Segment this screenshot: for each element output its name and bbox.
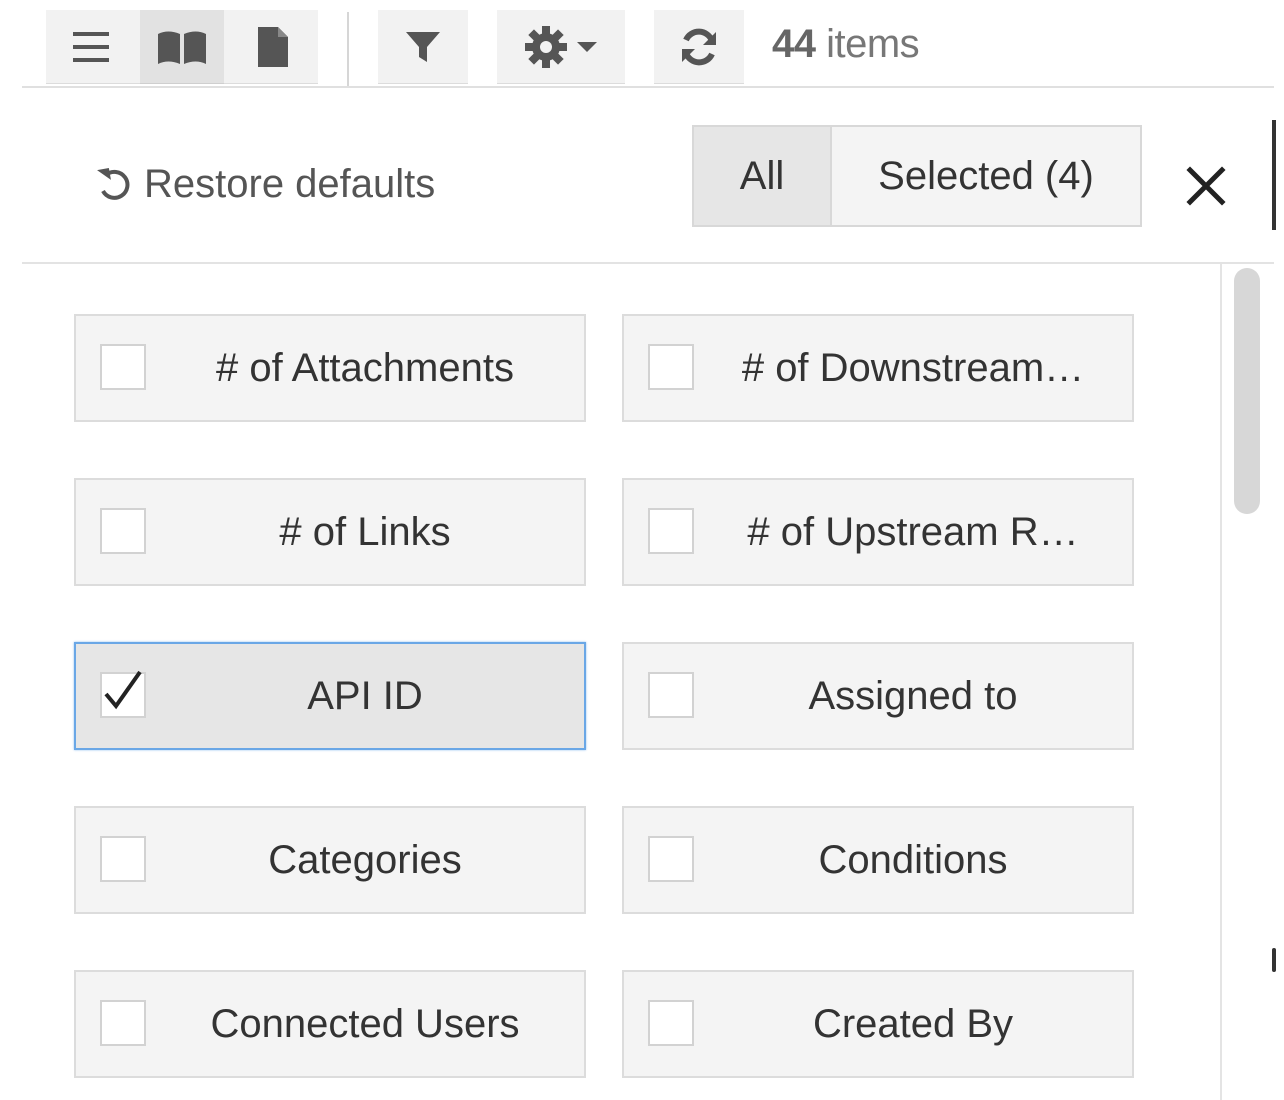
checkbox[interactable] <box>648 508 694 554</box>
field-option[interactable]: Created By <box>622 970 1134 1078</box>
column-picker-panel: Restore defaults All Selected (4) # of A… <box>22 86 1274 1100</box>
caret-down-icon <box>577 42 597 52</box>
field-option-selected[interactable]: API ID <box>74 642 586 750</box>
window-edge <box>1272 120 1276 230</box>
checkmark-icon <box>104 670 142 710</box>
checkbox[interactable] <box>100 344 146 390</box>
items-count-number: 44 <box>772 22 816 66</box>
panel-header: Restore defaults All Selected (4) <box>22 88 1274 264</box>
field-option[interactable]: Assigned to <box>622 642 1134 750</box>
filter-selected-button[interactable]: Selected (4) <box>832 127 1140 225</box>
view-filter-segmented: All Selected (4) <box>692 125 1142 227</box>
field-option-label: API ID <box>307 673 423 718</box>
checkbox[interactable] <box>648 344 694 390</box>
field-option-label: Assigned to <box>808 673 1018 718</box>
document-view-button[interactable] <box>228 10 318 84</box>
undo-icon <box>97 167 130 200</box>
items-count: 44 items <box>772 22 920 67</box>
filter-button[interactable] <box>378 10 468 84</box>
book-icon <box>158 31 206 64</box>
field-option[interactable]: # of Attachments <box>74 314 586 422</box>
close-icon[interactable] <box>1184 164 1228 208</box>
restore-defaults-button[interactable]: Restore defaults <box>94 162 435 207</box>
field-grid: # of Attachments # of Downstream… # of L… <box>22 264 1274 1100</box>
list-icon <box>73 32 109 62</box>
field-option-label: Connected Users <box>210 1001 520 1046</box>
field-option[interactable]: # of Upstream R… <box>622 478 1134 586</box>
field-option-label: Created By <box>812 1001 1014 1046</box>
checkbox[interactable] <box>100 508 146 554</box>
document-icon <box>258 27 288 67</box>
field-option-label: # of Downstream… <box>741 345 1085 390</box>
field-option-label: # of Links <box>279 509 451 554</box>
field-option[interactable]: Categories <box>74 806 586 914</box>
scrollbar-thumb[interactable] <box>1234 268 1260 514</box>
filter-all-button[interactable]: All <box>694 127 832 225</box>
checkbox[interactable] <box>100 1000 146 1046</box>
field-option-label: Categories <box>268 837 462 882</box>
field-option[interactable]: # of Downstream… <box>622 314 1134 422</box>
checkbox[interactable] <box>648 1000 694 1046</box>
field-option[interactable]: Conditions <box>622 806 1134 914</box>
checkbox-checked[interactable] <box>100 670 146 718</box>
list-view-button[interactable] <box>46 10 136 84</box>
checkbox[interactable] <box>648 836 694 882</box>
checkbox[interactable] <box>100 836 146 882</box>
window-edge-marker <box>1272 948 1276 972</box>
field-option[interactable]: Connected Users <box>74 970 586 1078</box>
field-option[interactable]: # of Links <box>74 478 586 586</box>
settings-dropdown-button[interactable] <box>497 10 625 84</box>
toolbar-separator <box>347 12 349 88</box>
field-option-label: # of Upstream R… <box>747 509 1079 554</box>
toolbar: 44 items <box>0 0 1284 88</box>
gear-icon <box>525 26 567 68</box>
restore-defaults-label: Restore defaults <box>144 162 436 206</box>
refresh-icon <box>682 28 716 66</box>
checkbox[interactable] <box>648 672 694 718</box>
filter-icon <box>406 32 440 62</box>
items-count-label: items <box>815 22 920 66</box>
book-view-button[interactable] <box>140 10 224 84</box>
field-option-label: Conditions <box>818 837 1008 882</box>
refresh-button[interactable] <box>654 10 744 84</box>
scrollbar-track <box>1220 264 1222 1100</box>
field-option-label: # of Attachments <box>216 345 514 390</box>
